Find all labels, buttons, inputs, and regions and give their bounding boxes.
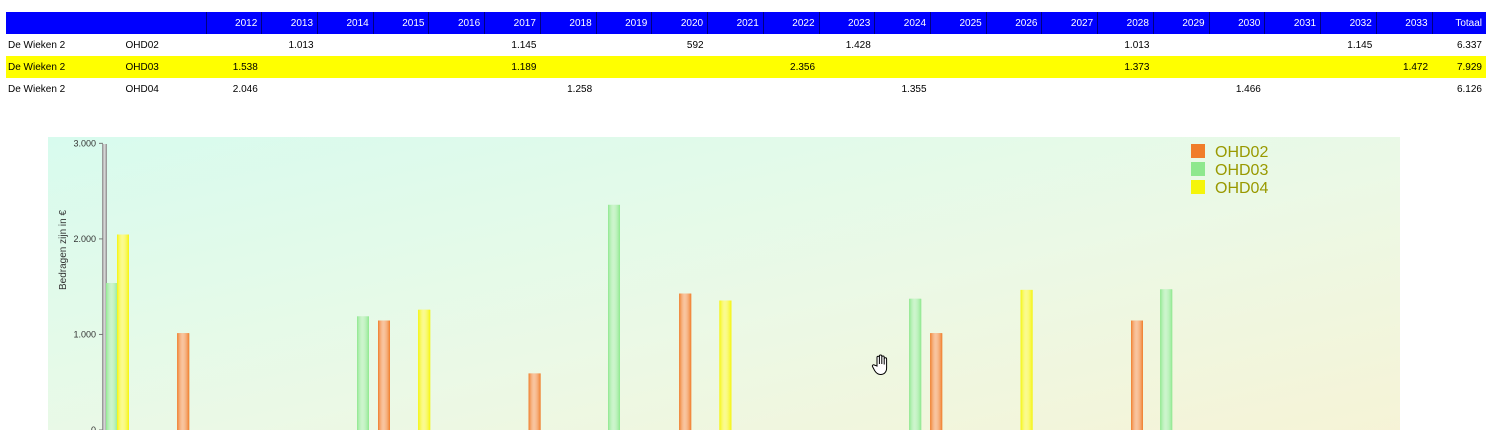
bar-shine — [117, 234, 129, 430]
y-tick-label: 2.000 — [73, 234, 96, 244]
bar-shine — [719, 300, 732, 430]
bar-shine — [1131, 320, 1143, 430]
legend-swatch-ohd03 — [1191, 162, 1205, 176]
chart: 0 1.000 2.000 3.000 Bedragen zijn in € OHD0… — [0, 0, 1486, 435]
legend-label-ohd03: OHD03 — [1215, 162, 1268, 179]
bar-shine — [418, 309, 431, 430]
y-tick-label: 3.000 — [73, 138, 96, 148]
legend-swatch-ohd02 — [1191, 144, 1205, 158]
y-tick-label: 1.000 — [73, 329, 96, 339]
legend-label-ohd04: OHD04 — [1215, 180, 1268, 197]
bar-shine — [106, 283, 118, 430]
bar-shine — [177, 333, 190, 430]
bar-shine — [357, 316, 369, 430]
y-tick-label: 0 — [91, 425, 96, 430]
bar-shine — [1020, 289, 1033, 430]
bar-shine — [378, 320, 390, 430]
legend-swatch-ohd04 — [1191, 180, 1205, 194]
legend-label-ohd02: OHD02 — [1215, 144, 1268, 161]
bar-shine — [679, 293, 692, 430]
bar-shine — [528, 373, 541, 430]
hand-cursor-icon — [871, 354, 888, 376]
chart-svg: 0 1.000 2.000 3.000 Bedragen zijn in € OHD0… — [48, 137, 1400, 435]
bar-shine — [608, 204, 620, 430]
bar-shine — [909, 298, 922, 430]
bar-shine — [1160, 289, 1173, 430]
bar-shine — [930, 333, 943, 430]
y-axis-label: Bedragen zijn in € — [58, 210, 69, 290]
